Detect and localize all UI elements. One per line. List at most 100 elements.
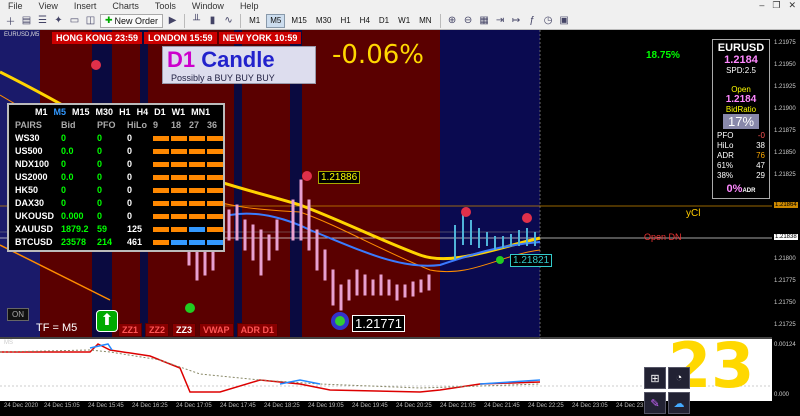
table-row[interactable]: NDX100 0 0 0 [15, 158, 223, 170]
bar-chart-icon[interactable]: ╨ [190, 14, 203, 27]
menu-file[interactable]: File [0, 1, 31, 11]
candle-chart-icon[interactable]: ▮ [206, 14, 219, 27]
row-hilo: 0 [127, 172, 133, 182]
table-row[interactable]: BTCUSD 23578 214 461 [15, 236, 223, 248]
table-row[interactable]: UKOUSD 0.000 0 0 [15, 210, 223, 222]
periods-icon[interactable]: ◷ [542, 14, 555, 27]
new-order-button[interactable]: ✚ New Order [100, 13, 164, 28]
vwap-button[interactable]: VWAP [199, 323, 234, 337]
menu-help[interactable]: Help [232, 1, 267, 11]
tf-m15[interactable]: M15 [288, 14, 310, 28]
zz3-button[interactable]: ZZ3 [172, 323, 197, 337]
session-zone-blue [440, 30, 540, 337]
tf-h4[interactable]: H4 [357, 14, 373, 28]
panel-tf[interactable]: M30 [96, 107, 114, 117]
fractal-high-marker [461, 207, 471, 217]
line-chart-icon[interactable]: ∿ [222, 14, 235, 27]
toolbar-separator [240, 13, 242, 28]
tf-m30[interactable]: M30 [313, 14, 335, 28]
tf-h1[interactable]: H1 [337, 14, 353, 28]
autoscroll-icon[interactable]: ↦ [510, 14, 523, 27]
tf-d1[interactable]: D1 [376, 14, 392, 28]
row-bid: 0 [61, 185, 67, 195]
menu-charts[interactable]: Charts [104, 1, 147, 11]
table-row[interactable]: XAUUSD 1879.2 59 125 [15, 223, 223, 235]
app-icon[interactable]: ☁ [668, 392, 690, 414]
panel-tf[interactable]: D1 [154, 107, 166, 117]
close-icon[interactable]: ✕ [788, 0, 796, 11]
panel-tf[interactable]: MN1 [191, 107, 210, 117]
navigator-icon[interactable]: ✦ [52, 14, 65, 27]
ycl-label: yCl [686, 208, 701, 219]
terminal-icon[interactable]: ▭ [68, 14, 81, 27]
y-tick: 1.21850 [774, 150, 796, 156]
strength-bars [153, 174, 223, 180]
panel-tf[interactable]: W1 [172, 107, 186, 117]
y-tick: 1.21900 [774, 106, 796, 112]
tf-m5[interactable]: M5 [266, 13, 286, 28]
autotrading-icon[interactable]: ▶ [166, 14, 179, 27]
menu-window[interactable]: Window [184, 1, 232, 11]
row-hilo: 0 [127, 133, 133, 143]
zoom-in-icon[interactable]: ⊕ [446, 14, 459, 27]
table-row[interactable]: DAX30 0 0 0 [15, 197, 223, 209]
templates-icon[interactable]: ▣ [558, 14, 571, 27]
app-icon[interactable]: ⊞ [644, 367, 666, 389]
y-tick: 1.21925 [774, 84, 796, 90]
app-icon[interactable]: ✎ [644, 392, 666, 414]
tf-mn[interactable]: MN [416, 14, 434, 28]
panel-tf[interactable]: M15 [72, 107, 90, 117]
table-row[interactable]: US2000 0.0 0 0 [15, 171, 223, 183]
panel-tf-selected[interactable]: M5 [54, 107, 67, 117]
minimize-icon[interactable]: – [759, 0, 764, 11]
panel-tf[interactable]: M1 [35, 107, 48, 117]
panel-header-row: PAIRS Bid PFO HiLo 9 18 27 36 [15, 119, 225, 131]
tester-icon[interactable]: ◫ [84, 14, 97, 27]
profiles-icon[interactable]: ▤ [20, 14, 33, 27]
tf-m1[interactable]: M1 [246, 14, 263, 28]
clock-icon: ◔ [675, 372, 683, 384]
menu-tools[interactable]: Tools [147, 1, 184, 11]
table-row[interactable]: HK50 0 0 0 [15, 184, 223, 196]
panel-tf[interactable]: H1 [119, 107, 131, 117]
table-row[interactable]: US500 0.0 0 0 [15, 145, 223, 157]
info-stats: PFO -0 HiLo 38 ADR 76 61% 47 38% 29 [713, 129, 769, 183]
x-tick: 24 Dec 21:05 [440, 403, 476, 409]
adr-d1-button[interactable]: ADR D1 [236, 323, 279, 337]
row-hilo: 0 [127, 211, 133, 221]
menu-view[interactable]: View [31, 1, 66, 11]
price-label-low: 1.21771 [352, 315, 405, 332]
price-axis: 1.21975 1.21950 1.21925 1.21900 1.21875 … [772, 30, 800, 416]
table-row[interactable]: WS30 0 0 0 [15, 132, 223, 144]
row-pfo: 0 [97, 146, 103, 156]
info-bidratio-value: 17% [723, 114, 759, 129]
menu-insert[interactable]: Insert [66, 1, 105, 11]
buy-arrow-button[interactable]: ⬆ [96, 310, 118, 332]
zz1-button[interactable]: ZZ1 [118, 323, 143, 337]
zoom-out-icon[interactable]: ⊖ [462, 14, 475, 27]
tile-windows-icon[interactable]: ▦ [478, 14, 491, 27]
new-chart-icon[interactable]: ＋ [4, 14, 17, 28]
d1-candle-banner: D1 Candle Possibly a BUY BUY BUY [162, 46, 316, 84]
x-tick: 24 Dec 15:45 [88, 403, 124, 409]
row-symbol: NDX100 [15, 159, 50, 169]
market-watch-icon[interactable]: ☰ [36, 14, 49, 27]
chart-window[interactable]: HONG KONG 23:59 LONDON 15:59 NEW YORK 10… [0, 30, 800, 416]
app-icon[interactable]: ◔ [668, 367, 690, 389]
session-clocks: HONG KONG 23:59 LONDON 15:59 NEW YORK 10… [52, 32, 302, 44]
tf-w1[interactable]: W1 [395, 14, 413, 28]
y-tick: 1.21775 [774, 278, 796, 284]
row-hilo: 0 [127, 185, 133, 195]
indicators-icon[interactable]: ƒ [526, 14, 539, 27]
chart-shift-icon[interactable]: ⇥ [494, 14, 507, 27]
info-bottom: 0%ADR [726, 183, 756, 195]
y-tick: 1.21800 [774, 256, 796, 262]
y-tick: 1.21975 [774, 40, 796, 46]
x-tick: 24 Dec 17:05 [176, 403, 212, 409]
panel-tf[interactable]: H4 [137, 107, 149, 117]
toolbar-separator [184, 13, 186, 28]
zz2-button[interactable]: ZZ2 [145, 323, 170, 337]
on-toggle-button[interactable]: ON [7, 308, 29, 321]
restore-icon[interactable]: ❐ [772, 0, 780, 11]
row-hilo: 0 [127, 198, 133, 208]
